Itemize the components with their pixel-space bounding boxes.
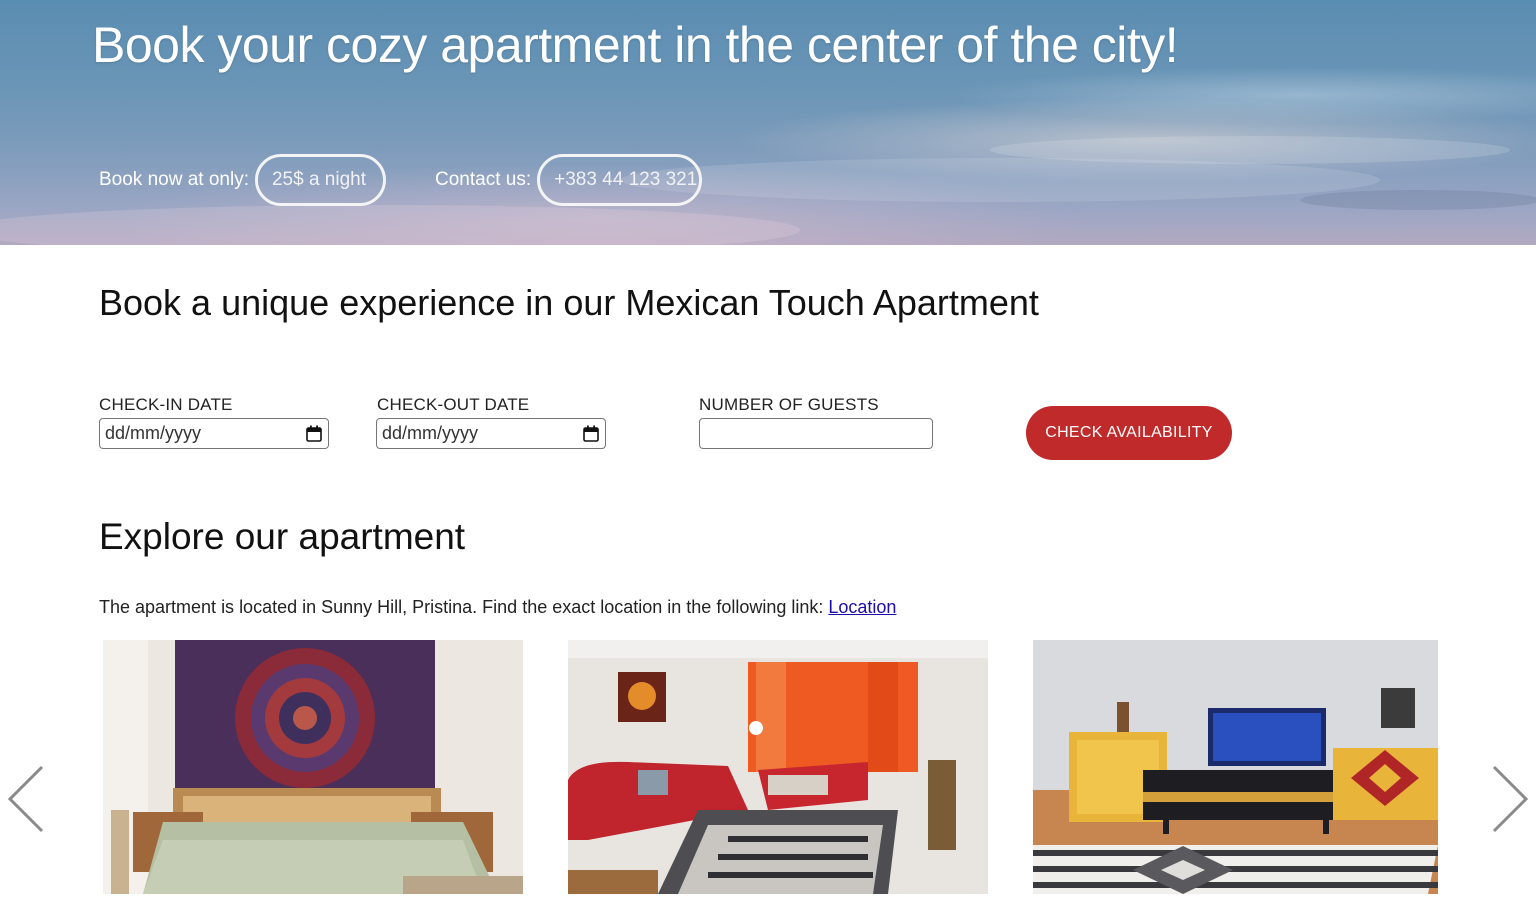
tv-unit-image — [1033, 640, 1438, 894]
price-label: Book now at only: — [99, 169, 249, 190]
description-text: The apartment is located in Sunny Hill, … — [99, 597, 829, 617]
tv-unit-photo[interactable] — [1033, 640, 1438, 894]
checkout-date-input[interactable]: dd/mm/yyyy — [376, 418, 606, 449]
living-room-image — [568, 640, 988, 894]
price-value: 25$ a night — [271, 169, 367, 190]
checkout-placeholder: dd/mm/yyyy — [382, 423, 479, 443]
contact-row: Contact us: +383 44 123 321 — [435, 152, 703, 208]
chevron-right-icon[interactable] — [1490, 764, 1530, 834]
bedroom-photo[interactable] — [103, 640, 523, 894]
checkin-label: CHECK-IN DATE — [99, 395, 233, 414]
calendar-icon[interactable] — [583, 425, 599, 442]
bedroom-image — [103, 640, 523, 894]
location-link[interactable]: Location — [828, 597, 896, 617]
guests-label: NUMBER OF GUESTS — [699, 395, 879, 414]
chevron-left-icon[interactable] — [6, 764, 46, 834]
calendar-icon[interactable] — [306, 425, 322, 442]
living-room-photo[interactable] — [568, 640, 988, 894]
contact-pill[interactable]: +383 44 123 321 — [537, 154, 703, 206]
checkin-placeholder: dd/mm/yyyy — [105, 423, 202, 443]
hero-title: Book your cozy apartment in the center o… — [92, 17, 1179, 73]
contact-label: Contact us: — [435, 169, 532, 190]
price-row: Book now at only: 25$ a night — [99, 152, 386, 208]
location-description: The apartment is located in Sunny Hill, … — [99, 597, 896, 618]
price-pill[interactable]: 25$ a night — [254, 154, 386, 206]
checkin-date-input[interactable]: dd/mm/yyyy — [99, 418, 329, 449]
contact-value: +383 44 123 321 — [554, 169, 698, 190]
explore-title: Explore our apartment — [99, 516, 466, 557]
guests-input[interactable] — [699, 418, 933, 449]
check-availability-button[interactable]: CHECK AVAILABILITY — [1026, 406, 1232, 460]
booking-title: Book a unique experience in our Mexican … — [99, 282, 1039, 323]
hero-banner: Book your cozy apartment in the center o… — [0, 0, 1536, 245]
checkout-label: CHECK-OUT DATE — [377, 395, 530, 414]
